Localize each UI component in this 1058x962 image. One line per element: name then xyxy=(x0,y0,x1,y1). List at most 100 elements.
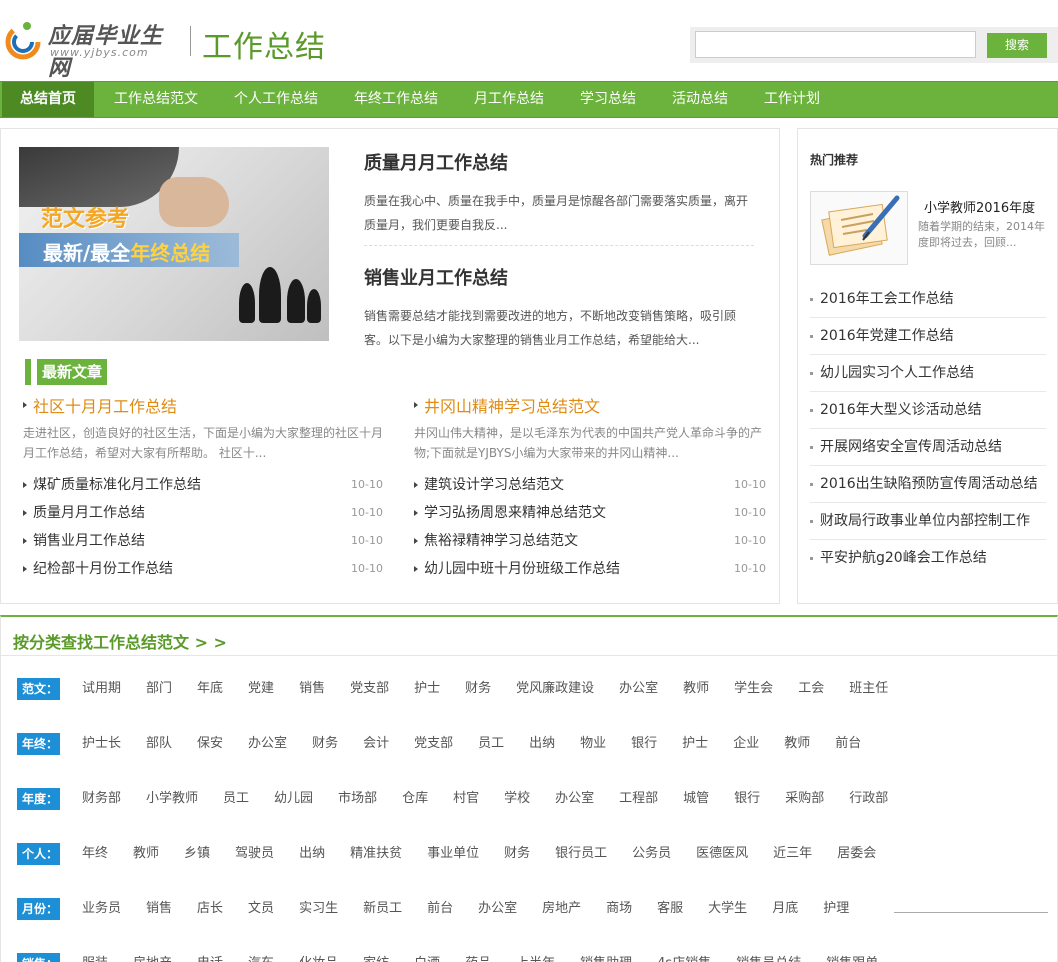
category-link[interactable]: 出纳 xyxy=(299,846,325,861)
category-link[interactable]: 新员工 xyxy=(363,901,402,916)
category-link[interactable]: 教师 xyxy=(784,736,810,751)
category-link[interactable]: 月底 xyxy=(772,901,798,916)
category-link[interactable]: 工会 xyxy=(798,681,824,696)
sidebar-list-item[interactable]: 平安护航g20峰会工作总结 xyxy=(810,540,1046,577)
category-link[interactable]: 市场部 xyxy=(338,791,377,806)
list-item[interactable]: 纪检部十月份工作总结 10-10 xyxy=(23,555,383,583)
category-link[interactable]: 幼儿园 xyxy=(274,791,313,806)
sidebar-list-item[interactable]: 2016年党建工作总结 xyxy=(810,318,1046,355)
category-link[interactable]: 员工 xyxy=(478,736,504,751)
category-link[interactable]: 出纳 xyxy=(529,736,555,751)
category-link[interactable]: 实习生 xyxy=(299,901,338,916)
category-link[interactable]: 试用期 xyxy=(82,681,121,696)
category-link[interactable]: 教师 xyxy=(683,681,709,696)
category-link[interactable]: 城管 xyxy=(683,791,709,806)
sidebar-list-item[interactable]: 幼儿园实习个人工作总结 xyxy=(810,355,1046,392)
category-link[interactable]: 党支部 xyxy=(350,681,389,696)
category-link[interactable]: 部门 xyxy=(146,681,172,696)
list-item[interactable]: 焦裕禄精神学习总结范文 10-10 xyxy=(414,527,766,555)
category-link[interactable]: 店长 xyxy=(197,901,223,916)
category-link[interactable]: 员工 xyxy=(223,791,249,806)
category-link[interactable]: 上半年 xyxy=(516,956,555,962)
list-item[interactable]: 幼儿园中班十月份班级工作总结 10-10 xyxy=(414,555,766,583)
category-link[interactable]: 前台 xyxy=(835,736,861,751)
category-link[interactable]: 党建 xyxy=(248,681,274,696)
category-link[interactable]: 保安 xyxy=(197,736,223,751)
search-input[interactable] xyxy=(695,31,976,58)
list-item[interactable]: 学习弘扬周恩来精神总结范文 10-10 xyxy=(414,499,766,527)
category-link[interactable]: 销售助理 xyxy=(580,956,632,962)
featured-title[interactable]: 质量月月工作总结 xyxy=(364,149,754,175)
list-item[interactable]: 建筑设计学习总结范文 10-10 xyxy=(414,471,766,499)
latest-lead-title[interactable]: 社区十月月工作总结 xyxy=(23,393,383,417)
category-link[interactable]: 党支部 xyxy=(414,736,453,751)
category-link[interactable]: 服装 xyxy=(82,956,108,962)
category-link[interactable]: 办公室 xyxy=(619,681,658,696)
category-link[interactable]: 财务 xyxy=(312,736,338,751)
sidebar-list-item[interactable]: 2016年大型义诊活动总结 xyxy=(810,392,1046,429)
category-link[interactable]: 党风廉政建设 xyxy=(516,681,594,696)
category-link[interactable]: 银行 xyxy=(734,791,760,806)
nav-item-activity[interactable]: 活动总结 xyxy=(654,82,746,117)
nav-item-home[interactable]: 总结首页 xyxy=(2,82,94,117)
category-link[interactable]: 公务员 xyxy=(632,846,671,861)
category-link[interactable]: 事业单位 xyxy=(427,846,479,861)
category-link[interactable]: 精准扶贫 xyxy=(350,846,402,861)
search-button[interactable]: 搜索 xyxy=(987,33,1047,58)
sidebar-list-item[interactable]: 2016出生缺陷预防宣传周活动总结 xyxy=(810,466,1046,503)
category-link[interactable]: 商场 xyxy=(606,901,632,916)
category-link[interactable]: 房地产 xyxy=(133,956,172,962)
category-link[interactable]: 企业 xyxy=(733,736,759,751)
category-link[interactable]: 药品 xyxy=(465,956,491,962)
category-link[interactable]: 汽车 xyxy=(248,956,274,962)
category-link[interactable]: 班主任 xyxy=(849,681,888,696)
nav-item-plan[interactable]: 工作计划 xyxy=(746,82,838,117)
category-link[interactable]: 会计 xyxy=(363,736,389,751)
category-link[interactable]: 乡镇 xyxy=(184,846,210,861)
category-link[interactable]: 银行 xyxy=(631,736,657,751)
sidebar-list-item[interactable]: 开展网络安全宣传周活动总结 xyxy=(810,429,1046,466)
category-link[interactable]: 年终 xyxy=(82,846,108,861)
category-link[interactable]: 驾驶员 xyxy=(235,846,274,861)
category-link[interactable]: 物业 xyxy=(580,736,606,751)
category-link[interactable]: 护士 xyxy=(414,681,440,696)
category-link[interactable]: 业务员 xyxy=(82,901,121,916)
category-link[interactable]: 学校 xyxy=(504,791,530,806)
category-link[interactable]: 化妆品 xyxy=(299,956,338,962)
category-link[interactable]: 仓库 xyxy=(402,791,428,806)
sidebar-feature-title[interactable]: 小学教师2016年度 xyxy=(924,197,1035,216)
category-link[interactable]: 房地产 xyxy=(542,901,581,916)
site-logo[interactable]: 应届毕业生网 www.yjbys.com xyxy=(2,16,182,81)
nav-item-personal[interactable]: 个人工作总结 xyxy=(216,82,336,117)
category-link[interactable]: 工程部 xyxy=(619,791,658,806)
category-link[interactable]: 学生会 xyxy=(734,681,773,696)
category-link[interactable]: 银行员工 xyxy=(555,846,607,861)
category-link[interactable]: 销售跟单 xyxy=(826,956,878,962)
category-link[interactable]: 护士长 xyxy=(82,736,121,751)
nav-item-samples[interactable]: 工作总结范文 xyxy=(96,82,216,117)
category-link[interactable]: 销售员总结 xyxy=(736,956,801,962)
category-link[interactable]: 部队 xyxy=(146,736,172,751)
banner-image[interactable]: 范文参考 最新/最全年终总结 xyxy=(19,147,329,341)
featured-title[interactable]: 销售业月工作总结 xyxy=(364,264,754,290)
category-link[interactable]: 财务部 xyxy=(82,791,121,806)
category-link[interactable]: 教师 xyxy=(133,846,159,861)
category-link[interactable]: 销售 xyxy=(299,681,325,696)
category-link[interactable]: 销售 xyxy=(146,901,172,916)
category-link[interactable]: 护士 xyxy=(682,736,708,751)
category-link[interactable]: 护理 xyxy=(823,901,849,916)
category-link[interactable]: 大学生 xyxy=(708,901,747,916)
category-link[interactable]: 居委会 xyxy=(837,846,876,861)
category-link[interactable]: 医德医风 xyxy=(696,846,748,861)
latest-lead-title[interactable]: 井冈山精神学习总结范文 xyxy=(414,393,766,417)
category-link[interactable]: 电话 xyxy=(197,956,223,962)
category-link[interactable]: 客服 xyxy=(657,901,683,916)
list-item[interactable]: 煤矿质量标准化月工作总结 10-10 xyxy=(23,471,383,499)
category-link[interactable]: 办公室 xyxy=(478,901,517,916)
category-link[interactable]: 行政部 xyxy=(849,791,888,806)
category-link[interactable]: 小学教师 xyxy=(146,791,198,806)
category-link[interactable]: 年底 xyxy=(197,681,223,696)
sidebar-list-item[interactable]: 财政局行政事业单位内部控制工作 xyxy=(810,503,1046,540)
category-link[interactable]: 家纺 xyxy=(363,956,389,962)
category-link[interactable]: 村官 xyxy=(453,791,479,806)
